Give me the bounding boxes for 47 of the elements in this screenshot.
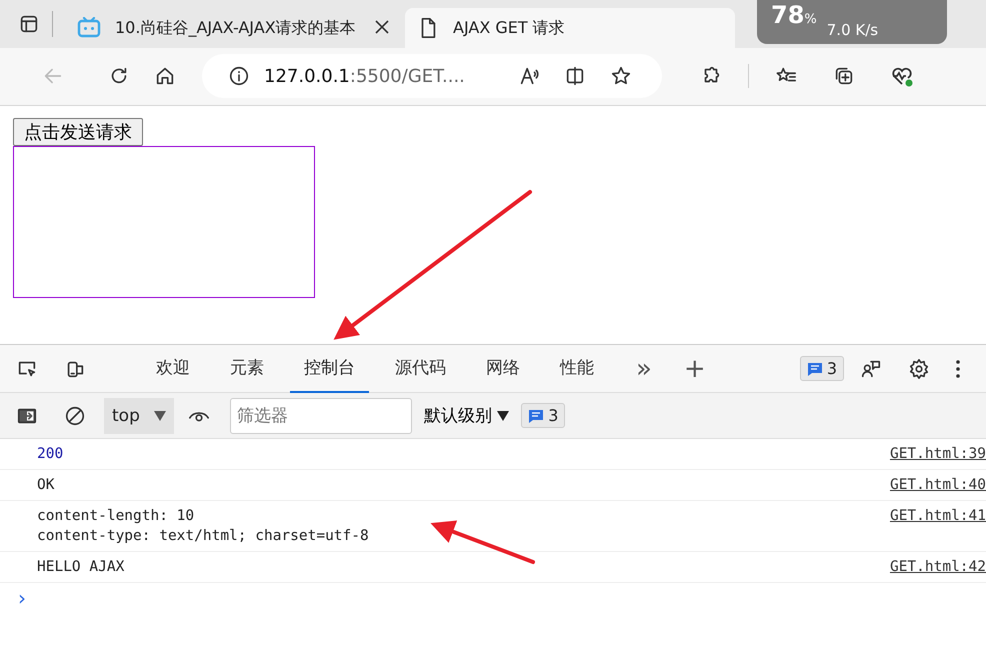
settings-icon: [908, 358, 930, 380]
url-text: 127.0.0.1:5500/GET....: [264, 66, 466, 86]
message-icon: [806, 360, 823, 376]
more-options-icon: [956, 360, 960, 378]
dropdown-caret-icon: [154, 410, 166, 420]
home-icon: [154, 65, 176, 87]
devtools-tab[interactable]: 网络: [472, 344, 534, 392]
send-request-button[interactable]: 点击发送请求: [13, 118, 143, 146]
source-link[interactable]: GET.html:40: [890, 475, 986, 495]
devtools-tab[interactable]: 性能: [546, 344, 608, 392]
log-levels-dropdown[interactable]: 默认级别: [424, 404, 510, 427]
console-message: content-length: 10 content-type: text/html; charset=utf-8: [37, 507, 369, 546]
address-bar[interactable]: 127.0.0.1:5500/GET....: [202, 54, 662, 98]
console-prompt[interactable]: ›: [0, 583, 986, 610]
devtools-tab[interactable]: 欢迎: [142, 344, 204, 392]
filter-field[interactable]: 筛选器: [230, 398, 412, 434]
messages-badge[interactable]: 3: [521, 403, 566, 428]
split-screen-icon: [564, 65, 586, 87]
add-tab-button[interactable]: +: [668, 354, 722, 384]
devtools-tab[interactable]: 源代码: [381, 344, 460, 392]
dropdown-caret-icon: [497, 411, 510, 421]
usage-percent: 78%: [771, 1, 817, 29]
console-message: HELLO AJAX: [37, 558, 124, 577]
source-link[interactable]: GET.html:39: [890, 444, 986, 464]
tv-icon: [77, 17, 101, 39]
browser-tab[interactable]: 10.尚硅谷_AJAX-AJAX请求的基本: [65, 8, 405, 48]
sidebar-icon: [18, 13, 40, 35]
tab-title: 10.尚硅谷_AJAX-AJAX请求的基本: [115, 18, 357, 38]
source-link[interactable]: GET.html:41: [890, 506, 986, 546]
download-speed: 7.0 K/s: [826, 21, 878, 39]
source-link[interactable]: GET.html:42: [890, 557, 986, 577]
console-message: 200: [37, 445, 64, 464]
star-icon: [610, 65, 632, 87]
issues-count: 3: [826, 359, 837, 378]
info-icon: [228, 65, 250, 87]
clear-console-icon: [64, 404, 86, 426]
message-count: 3: [548, 406, 558, 425]
tab-title: AJAX GET 请求: [453, 18, 566, 38]
more-tabs-button[interactable]: »: [620, 354, 668, 384]
message-icon: [528, 408, 544, 424]
browser-tab[interactable]: AJAX GET 请求: [405, 8, 735, 48]
devtools-tab[interactable]: 元素: [216, 344, 278, 392]
read-aloud-icon: [518, 65, 540, 87]
collections-icon: [833, 65, 855, 87]
context-dropdown[interactable]: top: [104, 398, 174, 434]
issues-badge[interactable]: 3: [800, 356, 844, 381]
console-message: OK: [37, 476, 54, 495]
